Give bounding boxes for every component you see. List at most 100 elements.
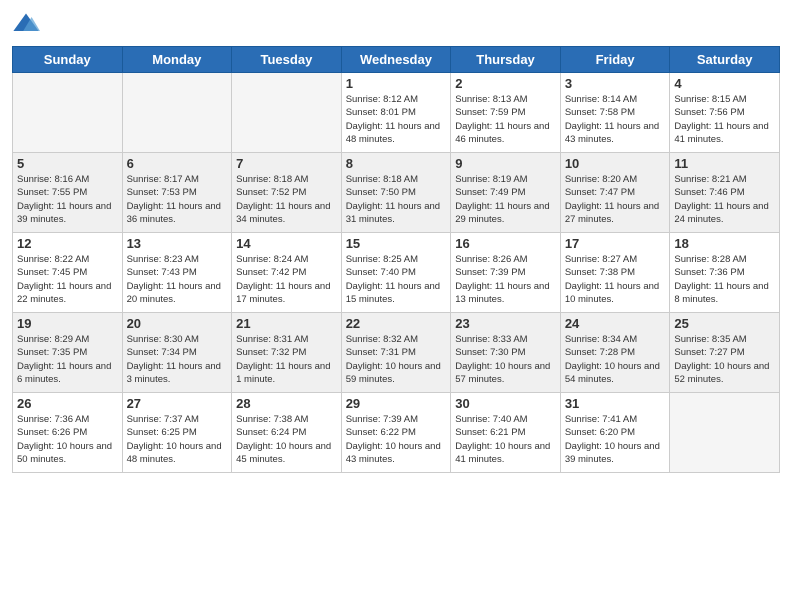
day-number: 11 xyxy=(674,156,775,171)
day-number: 1 xyxy=(346,76,447,91)
day-info: Sunrise: 8:18 AMSunset: 7:50 PMDaylight:… xyxy=(346,173,447,226)
calendar-cell: 12Sunrise: 8:22 AMSunset: 7:45 PMDayligh… xyxy=(13,233,123,313)
day-number: 30 xyxy=(455,396,556,411)
day-info: Sunrise: 8:21 AMSunset: 7:46 PMDaylight:… xyxy=(674,173,775,226)
calendar-cell: 8 Sunrise: 8:18 AMSunset: 7:50 PMDaylight… xyxy=(341,153,451,233)
day-number: 10 xyxy=(565,156,666,171)
calendar-cell: 27 Sunrise: 7:37 AMSunset: 6:25 PMDayligh… xyxy=(122,393,232,473)
day-info: Sunrise: 8:19 AMSunset: 7:49 PMDaylight:… xyxy=(455,173,556,226)
day-info: Sunrise: 7:40 AMSunset: 6:21 PMDaylight:… xyxy=(455,413,556,466)
day-number: 5 xyxy=(17,156,118,171)
day-number: 8 xyxy=(346,156,447,171)
day-info: Sunrise: 8:27 AMSunset: 7:38 PMDaylight:… xyxy=(565,253,666,306)
day-info: Sunrise: 8:20 AMSunset: 7:47 PMDaylight:… xyxy=(565,173,666,226)
day-info: Sunrise: 7:39 AMSunset: 6:22 PMDaylight:… xyxy=(346,413,447,466)
weekday-header-tuesday: Tuesday xyxy=(232,47,342,73)
day-number: 6 xyxy=(127,156,228,171)
day-number: 2 xyxy=(455,76,556,91)
day-info: Sunrise: 8:32 AMSunset: 7:31 PMDaylight:… xyxy=(346,333,447,386)
calendar-cell: 24 Sunrise: 8:34 AMSunset: 7:28 PMDayligh… xyxy=(560,313,670,393)
weekday-header-saturday: Saturday xyxy=(670,47,780,73)
day-number: 25 xyxy=(674,316,775,331)
calendar-cell: 13 Sunrise: 8:23 AMSunset: 7:43 PMDayligh… xyxy=(122,233,232,313)
day-info: Sunrise: 8:28 AMSunset: 7:36 PMDaylight:… xyxy=(674,253,775,306)
calendar-cell: 7Sunrise: 8:18 AMSunset: 7:52 PMDaylight… xyxy=(232,153,342,233)
day-info: Sunrise: 8:31 AMSunset: 7:32 PMDaylight:… xyxy=(236,333,337,386)
calendar-cell xyxy=(13,73,123,153)
weekday-header-wednesday: Wednesday xyxy=(341,47,451,73)
calendar-cell: 23 Sunrise: 8:33 AMSunset: 7:30 PMDayligh… xyxy=(451,313,561,393)
day-number: 27 xyxy=(127,396,228,411)
day-info: Sunrise: 7:36 AMSunset: 6:26 PMDaylight:… xyxy=(17,413,118,466)
weekday-header-thursday: Thursday xyxy=(451,47,561,73)
day-number: 22 xyxy=(346,316,447,331)
day-number: 3 xyxy=(565,76,666,91)
calendar-cell: 28Sunrise: 7:38 AMSunset: 6:24 PMDayligh… xyxy=(232,393,342,473)
header xyxy=(12,10,780,38)
calendar-cell: 16Sunrise: 8:26 AMSunset: 7:39 PMDayligh… xyxy=(451,233,561,313)
day-number: 15 xyxy=(346,236,447,251)
calendar-cell: 11 Sunrise: 8:21 AMSunset: 7:46 PMDayligh… xyxy=(670,153,780,233)
day-number: 19 xyxy=(17,316,118,331)
calendar-cell: 2 Sunrise: 8:13 AMSunset: 7:59 PMDaylight… xyxy=(451,73,561,153)
day-info: Sunrise: 8:23 AMSunset: 7:43 PMDaylight:… xyxy=(127,253,228,306)
calendar-cell: 15 Sunrise: 8:25 AMSunset: 7:40 PMDayligh… xyxy=(341,233,451,313)
day-info: Sunrise: 8:29 AMSunset: 7:35 PMDaylight:… xyxy=(17,333,118,386)
calendar-cell: 9Sunrise: 8:19 AMSunset: 7:49 PMDaylight… xyxy=(451,153,561,233)
day-number: 20 xyxy=(127,316,228,331)
calendar-cell: 4Sunrise: 8:15 AMSunset: 7:56 PMDaylight… xyxy=(670,73,780,153)
calendar-cell xyxy=(670,393,780,473)
day-number: 7 xyxy=(236,156,337,171)
day-number: 17 xyxy=(565,236,666,251)
calendar-cell: 5 Sunrise: 8:16 AMSunset: 7:55 PMDaylight… xyxy=(13,153,123,233)
calendar-cell: 10 Sunrise: 8:20 AMSunset: 7:47 PMDayligh… xyxy=(560,153,670,233)
day-info: Sunrise: 8:12 AMSunset: 8:01 PMDaylight:… xyxy=(346,93,447,146)
page-container: SundayMondayTuesdayWednesdayThursdayFrid… xyxy=(0,0,792,481)
day-number: 24 xyxy=(565,316,666,331)
calendar-cell: 25Sunrise: 8:35 AMSunset: 7:27 PMDayligh… xyxy=(670,313,780,393)
calendar-cell: 21 Sunrise: 8:31 AMSunset: 7:32 PMDayligh… xyxy=(232,313,342,393)
day-info: Sunrise: 8:13 AMSunset: 7:59 PMDaylight:… xyxy=(455,93,556,146)
day-info: Sunrise: 8:17 AMSunset: 7:53 PMDaylight:… xyxy=(127,173,228,226)
day-info: Sunrise: 8:26 AMSunset: 7:39 PMDaylight:… xyxy=(455,253,556,306)
day-info: Sunrise: 8:25 AMSunset: 7:40 PMDaylight:… xyxy=(346,253,447,306)
calendar-cell: 1 Sunrise: 8:12 AMSunset: 8:01 PMDaylight… xyxy=(341,73,451,153)
day-number: 23 xyxy=(455,316,556,331)
calendar-cell: 3 Sunrise: 8:14 AMSunset: 7:58 PMDaylight… xyxy=(560,73,670,153)
day-info: Sunrise: 8:24 AMSunset: 7:42 PMDaylight:… xyxy=(236,253,337,306)
day-number: 31 xyxy=(565,396,666,411)
calendar-week-row: 5 Sunrise: 8:16 AMSunset: 7:55 PMDaylight… xyxy=(13,153,780,233)
calendar-cell: 31 Sunrise: 7:41 AMSunset: 6:20 PMDayligh… xyxy=(560,393,670,473)
calendar-cell xyxy=(122,73,232,153)
weekday-header-friday: Friday xyxy=(560,47,670,73)
calendar-cell: 18 Sunrise: 8:28 AMSunset: 7:36 PMDayligh… xyxy=(670,233,780,313)
calendar-cell: 14 Sunrise: 8:24 AMSunset: 7:42 PMDayligh… xyxy=(232,233,342,313)
weekday-header-sunday: Sunday xyxy=(13,47,123,73)
day-info: Sunrise: 8:14 AMSunset: 7:58 PMDaylight:… xyxy=(565,93,666,146)
weekday-header-monday: Monday xyxy=(122,47,232,73)
calendar-week-row: 12Sunrise: 8:22 AMSunset: 7:45 PMDayligh… xyxy=(13,233,780,313)
day-info: Sunrise: 8:34 AMSunset: 7:28 PMDaylight:… xyxy=(565,333,666,386)
calendar-cell xyxy=(232,73,342,153)
day-number: 18 xyxy=(674,236,775,251)
day-number: 14 xyxy=(236,236,337,251)
day-number: 13 xyxy=(127,236,228,251)
logo xyxy=(12,10,42,38)
day-number: 29 xyxy=(346,396,447,411)
calendar-cell: 22 Sunrise: 8:32 AMSunset: 7:31 PMDayligh… xyxy=(341,313,451,393)
day-info: Sunrise: 8:30 AMSunset: 7:34 PMDaylight:… xyxy=(127,333,228,386)
day-info: Sunrise: 8:16 AMSunset: 7:55 PMDaylight:… xyxy=(17,173,118,226)
calendar-week-row: 26Sunrise: 7:36 AMSunset: 6:26 PMDayligh… xyxy=(13,393,780,473)
day-info: Sunrise: 8:33 AMSunset: 7:30 PMDaylight:… xyxy=(455,333,556,386)
day-number: 28 xyxy=(236,396,337,411)
calendar-week-row: 19 Sunrise: 8:29 AMSunset: 7:35 PMDayligh… xyxy=(13,313,780,393)
day-info: Sunrise: 7:41 AMSunset: 6:20 PMDaylight:… xyxy=(565,413,666,466)
day-number: 21 xyxy=(236,316,337,331)
day-info: Sunrise: 7:37 AMSunset: 6:25 PMDaylight:… xyxy=(127,413,228,466)
calendar-cell: 20 Sunrise: 8:30 AMSunset: 7:34 PMDayligh… xyxy=(122,313,232,393)
calendar-cell: 17 Sunrise: 8:27 AMSunset: 7:38 PMDayligh… xyxy=(560,233,670,313)
calendar-cell: 30 Sunrise: 7:40 AMSunset: 6:21 PMDayligh… xyxy=(451,393,561,473)
logo-icon xyxy=(12,10,40,38)
day-number: 4 xyxy=(674,76,775,91)
calendar-cell: 19 Sunrise: 8:29 AMSunset: 7:35 PMDayligh… xyxy=(13,313,123,393)
